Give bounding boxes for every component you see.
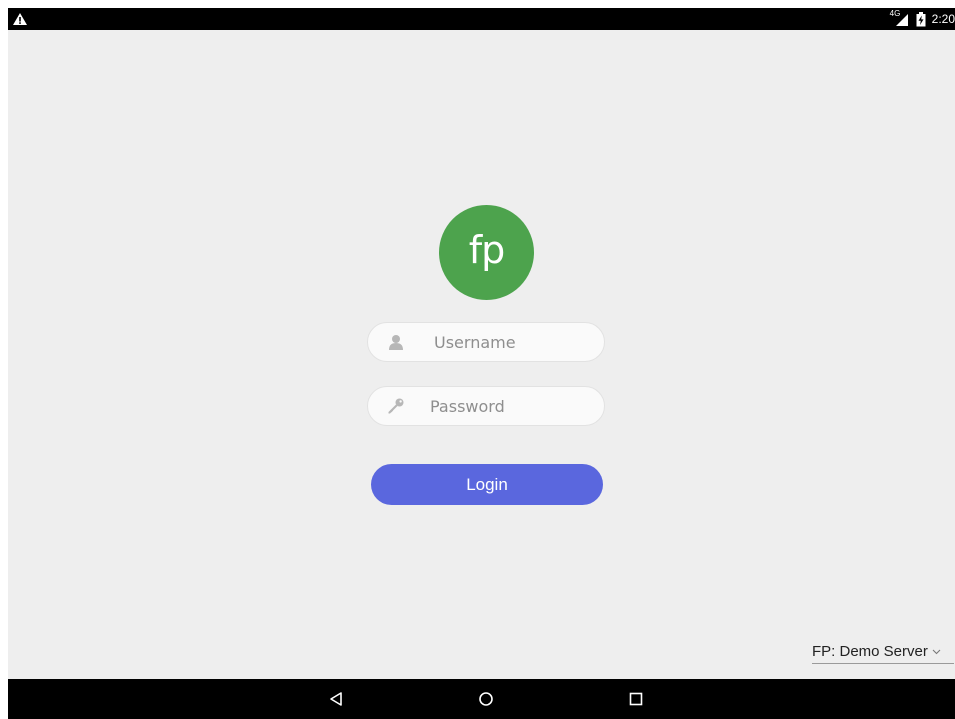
logo-text: fp bbox=[468, 227, 505, 272]
home-icon[interactable] bbox=[476, 689, 496, 709]
key-icon bbox=[386, 396, 406, 416]
status-indicators: 4G 2:20 bbox=[890, 8, 955, 30]
recents-icon[interactable] bbox=[626, 689, 646, 709]
chevron-down-icon bbox=[932, 647, 942, 657]
battery-charging-icon bbox=[916, 11, 926, 27]
navigation-bar bbox=[8, 679, 955, 719]
username-field[interactable] bbox=[367, 322, 605, 362]
back-icon[interactable] bbox=[326, 689, 346, 709]
clock-time: 2:20 bbox=[931, 12, 955, 26]
app-logo: fp bbox=[439, 205, 534, 300]
login-button[interactable]: Login bbox=[371, 464, 603, 505]
app-screen: 4G 2:20 fp Username Login FP: Demo Serve… bbox=[8, 8, 955, 719]
network-type-label: 4G bbox=[889, 9, 901, 18]
server-selector[interactable]: FP: Demo Server bbox=[812, 640, 954, 664]
server-selector-value: FP: Demo Server bbox=[812, 643, 928, 660]
status-bar: 4G 2:20 bbox=[8, 8, 955, 30]
signal-icon: 4G bbox=[889, 9, 910, 27]
user-icon bbox=[386, 332, 406, 352]
password-field[interactable] bbox=[367, 386, 605, 426]
username-input[interactable] bbox=[434, 332, 594, 352]
password-input[interactable] bbox=[430, 396, 590, 416]
warning-icon bbox=[12, 11, 28, 27]
